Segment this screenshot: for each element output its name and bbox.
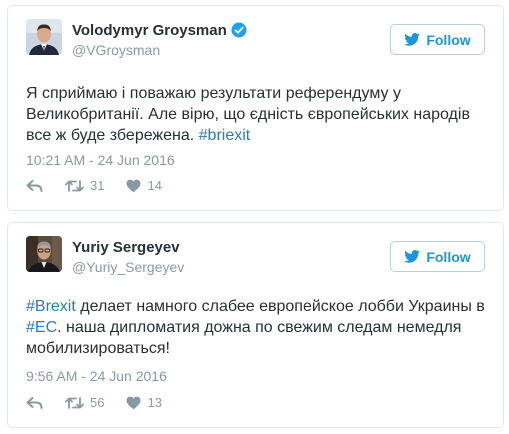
tweet-timestamp[interactable]: 9:56 AM - 24 Jun 2016 bbox=[26, 368, 167, 384]
retweet-count: 31 bbox=[90, 178, 105, 193]
hashtag-link[interactable]: #EC bbox=[26, 319, 57, 336]
reply-button[interactable] bbox=[26, 179, 43, 193]
tweet-timestamp[interactable]: 10:21 AM - 24 Jun 2016 bbox=[26, 152, 175, 168]
hashtag-link[interactable]: #Brexit bbox=[26, 298, 76, 315]
heart-icon bbox=[126, 396, 141, 409]
tweet-actions: 31 14 bbox=[26, 178, 184, 193]
retweet-count: 56 bbox=[90, 395, 105, 410]
follow-button[interactable]: Follow bbox=[390, 241, 485, 272]
tweet-card: Yuriy Sergeyev @Yuriy_Sergeyev Follow #B… bbox=[7, 222, 504, 428]
reply-button[interactable] bbox=[26, 396, 43, 410]
reply-icon bbox=[26, 179, 43, 192]
like-count: 14 bbox=[147, 178, 162, 193]
reply-icon bbox=[26, 396, 43, 409]
like-button[interactable]: 14 bbox=[126, 178, 162, 193]
hashtag-link[interactable]: #briexit bbox=[199, 127, 251, 144]
display-name[interactable]: Volodymyr Groysman bbox=[72, 22, 247, 42]
twitter-bird-icon bbox=[404, 33, 421, 46]
follow-button[interactable]: Follow bbox=[390, 24, 485, 55]
verified-badge-icon bbox=[231, 22, 247, 42]
tweet-card: Volodymyr Groysman @VGroysman Follow Я с… bbox=[7, 5, 504, 211]
retweet-button[interactable]: 56 bbox=[65, 395, 104, 410]
retweet-icon bbox=[65, 396, 84, 409]
avatar[interactable] bbox=[26, 236, 62, 272]
display-name[interactable]: Yuriy Sergeyev bbox=[72, 239, 180, 256]
tweet-text: #Brexit делает намного слабее европейско… bbox=[26, 298, 485, 357]
avatar[interactable] bbox=[26, 19, 62, 55]
user-handle[interactable]: @VGroysman bbox=[72, 42, 160, 58]
twitter-bird-icon bbox=[404, 250, 421, 263]
user-handle[interactable]: @Yuriy_Sergeyev bbox=[72, 259, 184, 275]
retweet-icon bbox=[65, 179, 84, 192]
tweet-text: Я сприймаю і поважаю результати референд… bbox=[26, 85, 470, 144]
like-count: 13 bbox=[147, 395, 162, 410]
like-button[interactable]: 13 bbox=[126, 395, 162, 410]
retweet-button[interactable]: 31 bbox=[65, 178, 104, 193]
heart-icon bbox=[126, 179, 141, 192]
tweet-actions: 56 13 bbox=[26, 395, 184, 410]
